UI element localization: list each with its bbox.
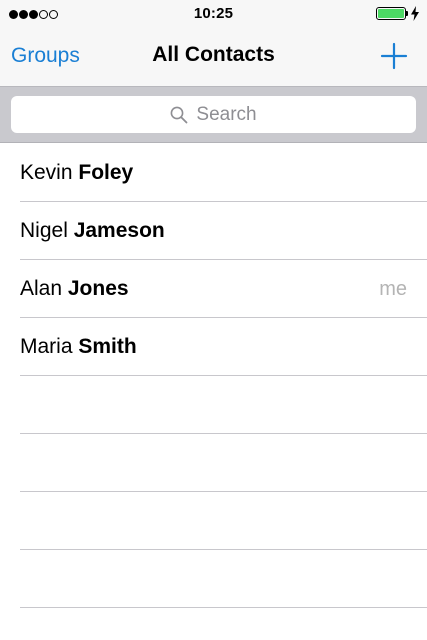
contact-last-name: Foley bbox=[78, 161, 134, 184]
search-icon bbox=[170, 106, 188, 123]
me-badge: me bbox=[379, 278, 407, 300]
contact-row[interactable]: Nigel Jameson bbox=[20, 202, 427, 260]
contact-first-name: Nigel bbox=[20, 219, 68, 242]
battery-icon bbox=[376, 7, 406, 20]
contact-first-name: Kevin bbox=[20, 161, 73, 184]
contacts-list: Kevin Foley Nigel Jameson Alan Jones me … bbox=[0, 144, 427, 608]
contact-name: Nigel Jameson bbox=[20, 219, 165, 243]
contact-name: Maria Smith bbox=[20, 335, 137, 359]
search-placeholder: Search bbox=[196, 103, 257, 125]
charging-bolt-icon bbox=[411, 6, 419, 21]
empty-row bbox=[20, 376, 427, 434]
contact-last-name: Smith bbox=[78, 335, 137, 358]
contact-row[interactable]: Maria Smith bbox=[20, 318, 427, 376]
search-input[interactable]: Search bbox=[11, 96, 416, 133]
plus-icon bbox=[380, 42, 408, 70]
status-time: 10:25 bbox=[193, 5, 234, 22]
page-title: All Contacts bbox=[152, 43, 275, 66]
contact-row[interactable]: Alan Jones me bbox=[20, 260, 427, 318]
battery-level bbox=[378, 9, 404, 18]
contact-first-name: Maria bbox=[20, 335, 73, 358]
navigation-bar: Groups All Contacts bbox=[0, 28, 427, 86]
search-bar: Search bbox=[0, 86, 427, 143]
contact-name: Kevin Foley bbox=[20, 161, 133, 185]
empty-row bbox=[20, 550, 427, 608]
empty-row bbox=[20, 434, 427, 492]
add-contact-button[interactable] bbox=[380, 42, 408, 70]
contact-last-name: Jones bbox=[67, 277, 129, 300]
contact-first-name: Alan bbox=[20, 277, 63, 300]
empty-row bbox=[20, 492, 427, 550]
groups-button[interactable]: Groups bbox=[11, 44, 80, 68]
contact-last-name: Jameson bbox=[73, 219, 165, 242]
contact-row[interactable]: Kevin Foley bbox=[20, 144, 427, 202]
status-bar: 10:25 bbox=[0, 0, 427, 28]
contact-name: Alan Jones bbox=[20, 277, 129, 301]
empty-rows bbox=[0, 376, 427, 608]
battery-tip bbox=[406, 11, 408, 16]
